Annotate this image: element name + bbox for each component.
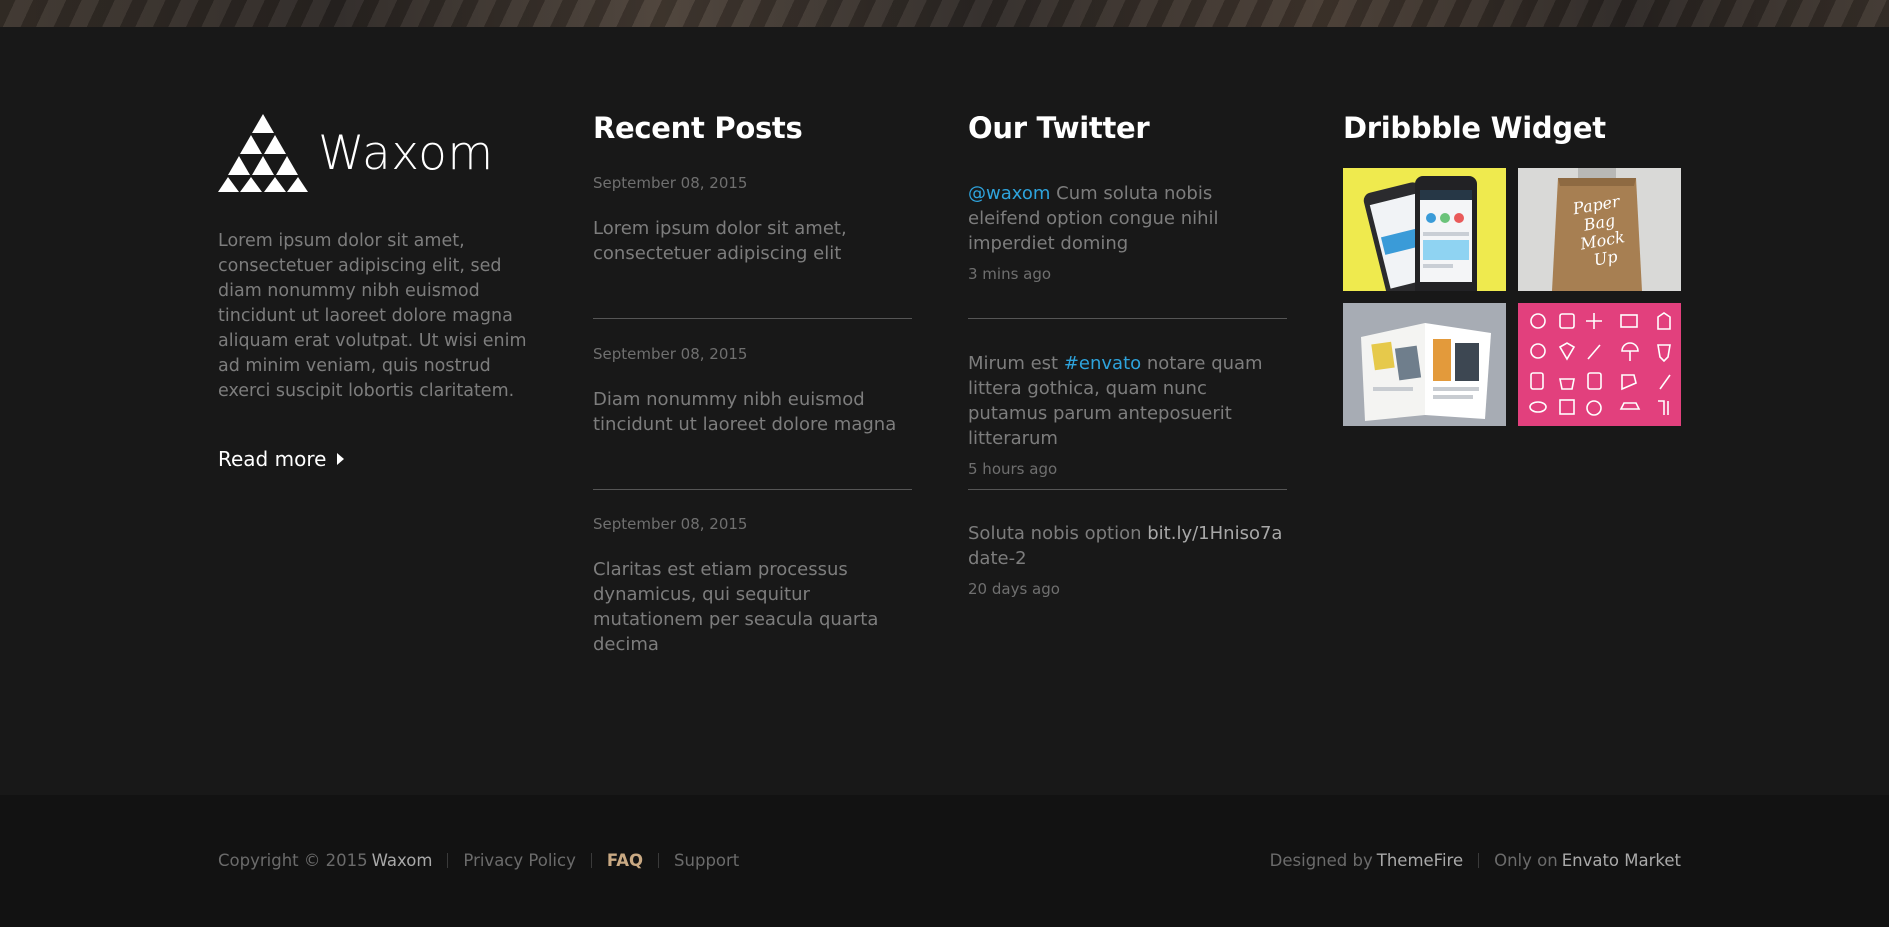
post-divider [593, 318, 912, 319]
dribbble-shot-brochure[interactable] [1343, 303, 1506, 426]
designed-by-label: Designed by [1269, 851, 1373, 870]
recent-post-item[interactable]: September 08, 2015 Diam nonummy nibh eui… [593, 345, 912, 437]
footer-logo[interactable]: Waxom [218, 114, 494, 192]
support-link[interactable]: Support [674, 851, 739, 870]
tweet-url-link[interactable]: bit.ly/1Hniso7a [1147, 523, 1282, 544]
only-on-label: Only on [1494, 851, 1558, 870]
recent-posts-title: Recent Posts [593, 111, 803, 145]
tweet-time: 20 days ago [968, 580, 1060, 598]
twitter-handle-link[interactable]: @waxom [968, 183, 1050, 204]
tweet-item: Mirum est #envato notare quam littera go… [968, 351, 1287, 478]
tweet-divider [968, 489, 1287, 490]
twitter-title: Our Twitter [968, 111, 1150, 145]
logo-wordmark: Waxom [318, 125, 494, 181]
triangle-logo-icon [218, 114, 308, 192]
arrow-right-icon [337, 453, 345, 465]
post-date: September 08, 2015 [593, 174, 748, 192]
tweet-item: @waxom Cum soluta nobis eleifend option … [968, 181, 1287, 283]
footer-main: Waxom Lorem ipsum dolor sit amet, consec… [0, 27, 1889, 795]
footer-bottom-right: Designed by ThemeFire Only on Envato Mar… [1270, 851, 1681, 870]
separator [1478, 853, 1480, 868]
tweet-time: 3 mins ago [968, 265, 1052, 283]
separator [658, 853, 660, 868]
separator [447, 853, 449, 868]
dribbble-shot-phones[interactable] [1343, 168, 1506, 291]
separator [590, 853, 592, 868]
tweet-text: Mirum est #envato notare quam littera go… [968, 351, 1287, 451]
dribbble-shot-icon-set[interactable] [1518, 303, 1681, 426]
post-title-link[interactable]: Lorem ipsum dolor sit amet, consectetuer… [593, 216, 912, 266]
copyright-brand: Waxom [371, 851, 433, 870]
post-date: September 08, 2015 [593, 515, 748, 533]
hashtag-link[interactable]: #envato [1064, 353, 1141, 374]
privacy-policy-link[interactable]: Privacy Policy [463, 851, 575, 870]
envato-market-link[interactable]: Envato Market [1562, 851, 1681, 870]
tweet-text: @waxom Cum soluta nobis eleifend option … [968, 181, 1287, 256]
read-more-label: Read more [218, 447, 327, 471]
tweet-prefix: Mirum est [968, 353, 1064, 374]
footer-bottom-bar: Copyright © 2015 Waxom Privacy Policy FA… [0, 795, 1889, 927]
hero-image-strip [0, 0, 1889, 27]
tweet-divider [968, 318, 1287, 319]
paper-bag-label: Paper Bag Mock Up [1571, 191, 1627, 270]
post-title-link[interactable]: Claritas est etiam processus dynamicus, … [593, 557, 912, 657]
tweet-body: date-2 [968, 548, 1027, 569]
footer-bottom-left: Copyright © 2015 Waxom Privacy Policy FA… [218, 851, 739, 870]
post-date: September 08, 2015 [593, 345, 748, 363]
recent-post-item[interactable]: September 08, 2015 Claritas est etiam pr… [593, 515, 912, 657]
read-more-link[interactable]: Read more [218, 447, 345, 471]
post-divider [593, 489, 912, 490]
faq-link[interactable]: FAQ [607, 851, 643, 870]
dribbble-shot-paper-bag[interactable]: Paper Bag Mock Up [1518, 168, 1681, 291]
tweet-item: Soluta nobis option bit.ly/1Hniso7a date-… [968, 521, 1287, 598]
recent-post-item[interactable]: September 08, 2015 Lorem ipsum dolor sit… [593, 174, 912, 266]
copyright-text: Copyright © 2015 [218, 851, 368, 870]
about-text: Lorem ipsum dolor sit amet, consectetuer… [218, 231, 527, 401]
post-title-link[interactable]: Diam nonummy nibh euismod tincidunt ut l… [593, 387, 912, 437]
dribbble-title: Dribbble Widget [1343, 111, 1606, 145]
tweet-time: 5 hours ago [968, 460, 1058, 478]
tweet-text: Soluta nobis option bit.ly/1Hniso7a date-… [968, 521, 1287, 571]
tweet-prefix: Soluta nobis option [968, 523, 1148, 544]
themefire-link[interactable]: ThemeFire [1377, 851, 1463, 870]
